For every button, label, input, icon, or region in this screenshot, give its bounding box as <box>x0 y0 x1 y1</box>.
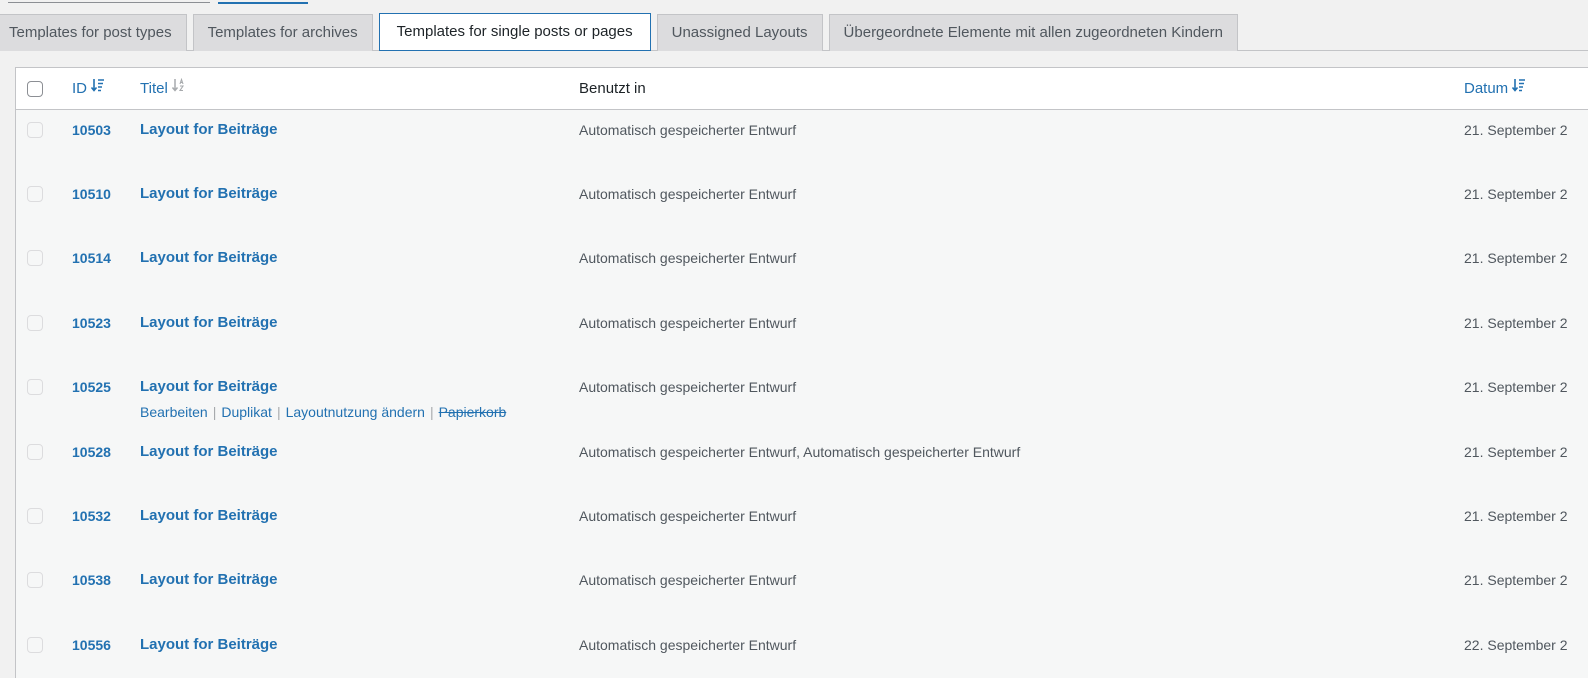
row-used-in: Automatisch gespeicherter Entwurf <box>579 572 797 588</box>
row-used-in: Automatisch gespeicherter Entwurf, Autom… <box>579 444 1021 460</box>
row-select-cell <box>27 378 43 396</box>
row-date: 21. September 2 <box>1464 508 1568 524</box>
select-all-cell <box>27 68 43 109</box>
page: Templates for post types Templates for a… <box>0 0 1588 678</box>
tab-unassigned-layouts[interactable]: Unassigned Layouts <box>656 14 823 51</box>
row-used-in: Automatisch gespeicherter Entwurf <box>579 250 797 266</box>
column-used-in-header: Benutzt in <box>579 80 646 97</box>
table-row: 10538 Layout for Beiträge Automatisch ge… <box>16 560 1588 624</box>
row-checkbox[interactable] <box>27 122 43 139</box>
table-row: 10556 Layout for Beiträge Automatisch ge… <box>16 625 1588 678</box>
sort-desc-icon <box>90 68 105 108</box>
row-select-cell <box>27 443 43 461</box>
table-row: 10503 Layout for Beiträge Automatisch ge… <box>16 110 1588 174</box>
row-used-in: Automatisch gespeicherter Entwurf <box>579 122 797 138</box>
table-row-hovered: 10525 Layout for Beiträge Bearbeiten | Dup… <box>16 367 1588 431</box>
row-used-in: Automatisch gespeicherter Entwurf <box>579 315 797 331</box>
row-date: 22. September 2 <box>1464 637 1568 653</box>
select-all-checkbox[interactable] <box>27 81 43 98</box>
row-actions: Bearbeiten | Duplikat | Layoutnutzung ändern… <box>140 404 506 420</box>
row-title-link[interactable]: Layout for Beiträge <box>140 378 278 395</box>
column-id-header[interactable]: ID <box>72 68 105 109</box>
table-row: 10523 Layout for Beiträge Automatisch ge… <box>16 303 1588 367</box>
row-id[interactable]: 10556 <box>72 637 111 653</box>
layouts-table: ID Titel Benutzt in Datum 10503 Layout f… <box>15 67 1588 678</box>
top-button-remnant-primary[interactable] <box>218 0 308 4</box>
row-checkbox[interactable] <box>27 379 43 396</box>
row-date: 21. September 2 <box>1464 250 1568 266</box>
table-header: ID Titel Benutzt in Datum <box>16 68 1588 110</box>
row-date: 21. September 2 <box>1464 444 1568 460</box>
row-checkbox[interactable] <box>27 508 43 525</box>
row-used-in: Automatisch gespeicherter Entwurf <box>579 637 797 653</box>
column-id-label: ID <box>72 80 87 97</box>
row-used-in: Automatisch gespeicherter Entwurf <box>579 186 797 202</box>
row-select-cell <box>27 185 43 203</box>
row-date: 21. September 2 <box>1464 122 1568 138</box>
row-id[interactable]: 10514 <box>72 250 111 266</box>
table-row: 10528 Layout for Beiträge Automatisch ge… <box>16 432 1588 496</box>
trash-link[interactable]: Papierkorb <box>439 404 507 420</box>
column-date-label: Datum <box>1464 80 1509 97</box>
row-date: 21. September 2 <box>1464 186 1568 202</box>
table-row: 10514 Layout for Beiträge Automatisch ge… <box>16 238 1588 302</box>
tab-single-posts-pages[interactable]: Templates for single posts or pages <box>378 13 651 51</box>
row-id[interactable]: 10532 <box>72 508 111 524</box>
row-id[interactable]: 10510 <box>72 186 111 202</box>
row-id[interactable]: 10525 <box>72 379 111 395</box>
sort-desc-icon <box>1512 68 1526 108</box>
row-checkbox[interactable] <box>27 250 43 267</box>
row-date: 21. September 2 <box>1464 315 1568 331</box>
row-date: 21. September 2 <box>1464 379 1568 395</box>
separator: | <box>212 404 217 420</box>
column-date-header[interactable]: Datum <box>1464 68 1526 109</box>
row-select-cell <box>27 636 43 654</box>
row-title-link[interactable]: Layout for Beiträge <box>140 249 278 266</box>
row-checkbox[interactable] <box>27 186 43 203</box>
change-usage-link[interactable]: Layoutnutzung ändern <box>286 404 425 420</box>
separator: | <box>276 404 281 420</box>
row-date: 21. September 2 <box>1464 572 1568 588</box>
row-select-cell <box>27 507 43 525</box>
row-title-link[interactable]: Layout for Beiträge <box>140 121 278 138</box>
top-button-remnant[interactable] <box>8 0 210 3</box>
row-id[interactable]: 10523 <box>72 315 111 331</box>
row-title-link[interactable]: Layout for Beiträge <box>140 636 278 653</box>
row-checkbox[interactable] <box>27 637 43 654</box>
duplicate-link[interactable]: Duplikat <box>221 404 272 420</box>
row-checkbox[interactable] <box>27 444 43 461</box>
row-id[interactable]: 10538 <box>72 572 111 588</box>
tab-parent-elements[interactable]: Übergeordnete Elemente mit allen zugeord… <box>828 14 1238 51</box>
row-id[interactable]: 10528 <box>72 444 111 460</box>
row-select-cell <box>27 571 43 589</box>
edit-link[interactable]: Bearbeiten <box>140 404 208 420</box>
row-checkbox[interactable] <box>27 572 43 589</box>
sort-alpha-icon <box>171 68 186 108</box>
row-checkbox[interactable] <box>27 315 43 332</box>
layout-tabs: Templates for post types Templates for a… <box>0 13 1244 51</box>
row-id[interactable]: 10503 <box>72 122 111 138</box>
row-select-cell <box>27 314 43 332</box>
row-title-link[interactable]: Layout for Beiträge <box>140 507 278 524</box>
row-title-link[interactable]: Layout for Beiträge <box>140 314 278 331</box>
row-used-in: Automatisch gespeicherter Entwurf <box>579 508 797 524</box>
column-title-label: Titel <box>140 80 168 97</box>
table-row: 10532 Layout for Beiträge Automatisch ge… <box>16 496 1588 560</box>
row-used-in: Automatisch gespeicherter Entwurf <box>579 379 797 395</box>
column-title-header[interactable]: Titel <box>140 68 186 109</box>
row-select-cell <box>27 121 43 139</box>
separator: | <box>429 404 434 420</box>
table-row: 10510 Layout for Beiträge Automatisch ge… <box>16 174 1588 238</box>
row-title-link[interactable]: Layout for Beiträge <box>140 571 278 588</box>
row-title-link[interactable]: Layout for Beiträge <box>140 185 278 202</box>
tab-post-types[interactable]: Templates for post types <box>0 14 187 51</box>
row-title-link[interactable]: Layout for Beiträge <box>140 443 278 460</box>
row-select-cell <box>27 249 43 267</box>
tab-archives[interactable]: Templates for archives <box>192 14 373 51</box>
